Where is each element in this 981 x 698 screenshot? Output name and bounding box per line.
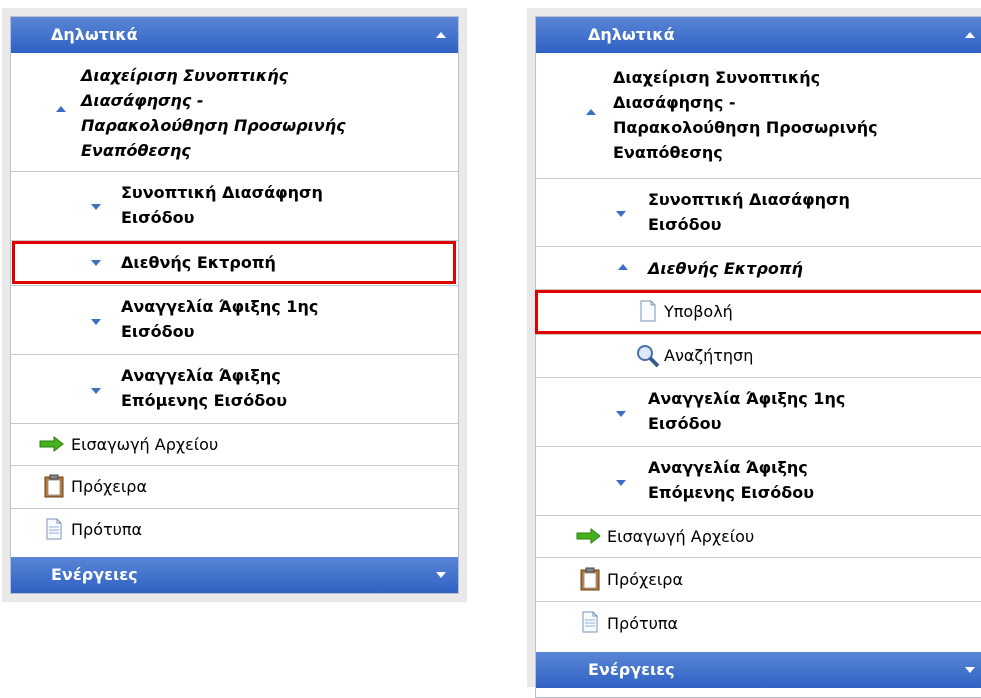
menu-item-label-line: Παρακολούθηση Προσωρινής (613, 118, 878, 137)
menu-item-label-line: Διαχείριση Συνοπτικής (613, 68, 821, 87)
menu-item-label: Εισαγωγή Αρχείου (607, 527, 755, 546)
menu-item-label-line: Παρακολούθηση Προσωρινής (81, 116, 346, 135)
menu-item-summary-declaration-management[interactable]: Διαχείριση Συνοπτικής Διασάφησης - Παρακ… (536, 53, 981, 179)
green-arrow-icon (576, 528, 601, 544)
expanded-arrow-icon (56, 106, 66, 112)
menu-item-label-line: Διασάφησης - (613, 93, 736, 112)
document-icon (582, 611, 598, 633)
menu-item-label-line: Επόμενης Εισόδου (648, 483, 815, 502)
expand-down-icon[interactable] (965, 667, 975, 673)
menu-item-label-line: Επόμενης Εισόδου (121, 391, 288, 410)
menu-item-summary-entry-declaration[interactable]: Συνοπτική Διασάφηση Εισόδου (11, 172, 458, 241)
collapsed-arrow-icon (616, 211, 626, 217)
menu-item-label-line: Διαχείριση Συνοπτικής (81, 66, 289, 85)
menu-item-label: Πρόχειρα (71, 477, 147, 496)
menu-item-summary-declaration-management[interactable]: Διαχείριση Συνοπτικής Διασάφησης - Παρακ… (11, 53, 458, 172)
expanded-arrow-icon (618, 264, 628, 270)
menu-item-label-line: Αναγγελία Άφιξης (648, 458, 808, 477)
menu-item-label-line: Εισόδου (648, 414, 722, 433)
actions-header-label: Ενέργειες (588, 660, 675, 679)
menu-item-label: Εισαγωγή Αρχείου (71, 435, 219, 454)
menu-item-label: Αναζήτηση (664, 346, 754, 365)
highlight-box (12, 241, 456, 284)
document-icon (46, 518, 62, 540)
clipboard-icon (580, 567, 600, 591)
manifests-header-label: Δηλωτικά (51, 25, 138, 44)
menu-item-drafts[interactable]: Πρόχειρα (11, 466, 458, 509)
menu-item-label: Διεθνής Εκτροπή (648, 259, 803, 278)
menu-item-label-line: Εισόδου (121, 208, 195, 227)
manifests-header[interactable]: Δηλωτικά (536, 17, 981, 53)
submenu-item-search[interactable]: Αναζήτηση (536, 335, 981, 378)
menu-item-file-import[interactable]: Εισαγωγή Αρχείου (11, 424, 458, 466)
menu-item-label-line: Αναγγελία Άφιξης 1ης (648, 389, 846, 408)
collapsed-arrow-icon (91, 204, 101, 210)
actions-header[interactable]: Ενέργειες (536, 652, 981, 688)
menu-item-label-line: Διασάφησης - (81, 91, 204, 110)
highlight-box (535, 290, 981, 334)
menu-item-label-line: Συνοπτική Διασάφηση (121, 183, 323, 202)
menu-item-label-line: Εναπόθεσης (613, 143, 723, 162)
green-arrow-icon (39, 436, 64, 452)
magnifier-icon (637, 345, 660, 368)
menu-item-summary-entry-declaration[interactable]: Συνοπτική Διασάφηση Εισόδου (536, 179, 981, 247)
menu-item-international-diversion[interactable]: Διεθνής Εκτροπή (536, 247, 981, 290)
menu-item-first-entry-arrival[interactable]: Αναγγελία Άφιξης 1ης Εισόδου (536, 378, 981, 447)
menu-item-label-line: Εισόδου (648, 215, 722, 234)
right-panel: Δηλωτικά Διαχείριση Συνοπτικής Διασάφηση… (527, 8, 981, 698)
left-panel-inner: Δηλωτικά Διαχείριση Συνοπτικής Διασάφηση… (10, 16, 459, 594)
left-panel: Δηλωτικά Διαχείριση Συνοπτικής Διασάφηση… (2, 8, 467, 602)
collapse-up-icon[interactable] (436, 32, 446, 38)
menu-item-label-line: Αναγγελία Άφιξης (121, 366, 281, 385)
menu-item-label-line: Συνοπτική Διασάφηση (648, 190, 850, 209)
collapsed-arrow-icon (91, 319, 101, 325)
menu-item-next-entry-arrival[interactable]: Αναγγελία Άφιξης Επόμενης Εισόδου (536, 447, 981, 516)
menu-item-next-entry-arrival[interactable]: Αναγγελία Άφιξης Επόμενης Εισόδου (11, 355, 458, 424)
expand-down-icon[interactable] (436, 572, 446, 578)
menu-item-label: Πρόχειρα (607, 570, 683, 589)
menu-item-templates[interactable]: Πρότυπα (536, 602, 981, 645)
collapsed-arrow-icon (616, 411, 626, 417)
menu-item-label-line: Αναγγελία Άφιξης 1ης (121, 297, 319, 316)
menu-item-drafts[interactable]: Πρόχειρα (536, 558, 981, 602)
menu-item-first-entry-arrival[interactable]: Αναγγελία Άφιξης 1ης Εισόδου (11, 286, 458, 355)
menu-item-label: Πρότυπα (71, 520, 143, 539)
collapsed-arrow-icon (616, 480, 626, 486)
menu-item-label-line: Εισόδου (121, 322, 195, 341)
clipboard-icon (44, 474, 64, 498)
actions-header-label: Ενέργειες (51, 565, 138, 584)
menu-item-label: Πρότυπα (607, 614, 679, 633)
manifests-header-label: Δηλωτικά (588, 25, 675, 44)
menu-item-file-import[interactable]: Εισαγωγή Αρχείου (536, 516, 981, 558)
manifests-header[interactable]: Δηλωτικά (11, 17, 458, 53)
expanded-arrow-icon (586, 109, 596, 115)
menu-item-templates[interactable]: Πρότυπα (11, 509, 458, 550)
collapse-up-icon[interactable] (965, 32, 975, 38)
right-panel-inner: Δηλωτικά Διαχείριση Συνοπτικής Διασάφηση… (535, 16, 981, 698)
collapsed-arrow-icon (91, 388, 101, 394)
actions-header[interactable]: Ενέργειες (11, 557, 458, 593)
menu-item-label-line: Εναπόθεσης (81, 141, 191, 160)
